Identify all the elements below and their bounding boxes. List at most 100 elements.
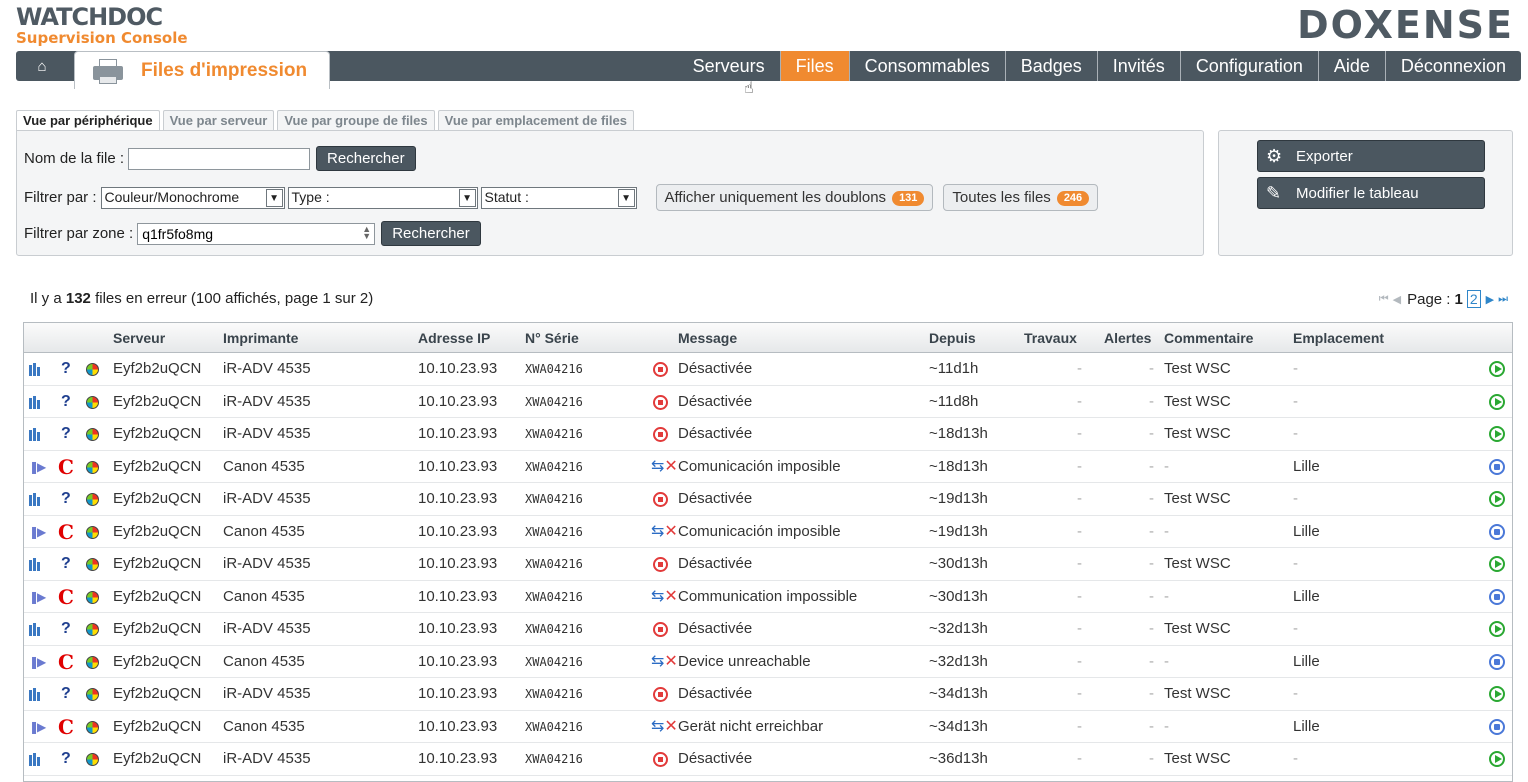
stop-circle-icon — [653, 622, 668, 637]
cell-message: Désactivée — [678, 392, 753, 410]
play-circle-icon[interactable] — [1489, 393, 1505, 410]
queue-play-icon[interactable]: ❚▶ — [29, 524, 46, 540]
pause-circle-icon[interactable] — [1489, 718, 1505, 735]
table-row[interactable]: ? Eyf2b2uQCN iR-ADV 4535 10.10.23.93 XWA0421… — [24, 613, 1512, 646]
cell-serial: XWA04216 — [525, 362, 583, 376]
column-header-9[interactable]: Emplacement — [1293, 323, 1384, 353]
view-tab-2[interactable]: Vue par groupe de files — [277, 110, 435, 131]
export-button[interactable]: ⚙ Exporter — [1257, 140, 1485, 172]
table-row[interactable]: ❚▶ C Eyf2b2uQCN Canon 4535 10.10.23.93 XWA042… — [24, 645, 1512, 678]
bar-chart-icon[interactable] — [29, 363, 43, 376]
column-header-7[interactable]: Alertes — [1104, 323, 1151, 353]
table-row[interactable]: ? Eyf2b2uQCN iR-ADV 4535 10.10.23.93 XWA0421… — [24, 353, 1512, 386]
duplicates-only-button[interactable]: Afficher uniquement les doublons 131 — [655, 184, 934, 211]
status-select[interactable]: Statut : ▼ — [480, 186, 637, 209]
spinner-icon[interactable]: ▲ ▼ — [362, 224, 371, 240]
edit-table-button[interactable]: ✎ Modifier le tableau — [1257, 177, 1485, 209]
cell-comment: Test WSC — [1164, 750, 1231, 767]
column-header-8[interactable]: Commentaire — [1164, 323, 1253, 353]
table-row[interactable]: ? Eyf2b2uQCN iR-ADV 4535 10.10.23.93 XWA0421… — [24, 743, 1512, 776]
cell-jobs: - — [1077, 555, 1082, 572]
cell-ip: 10.10.23.93 — [418, 587, 498, 605]
cell-comment: Test WSC — [1164, 685, 1231, 702]
nav-item-3[interactable]: Badges — [1004, 51, 1097, 81]
view-tabs: Vue par périphérique Vue par serveur Vue p… — [16, 110, 637, 131]
bar-chart-icon[interactable] — [29, 558, 43, 571]
cell-server: Eyf2b2uQCN — [113, 685, 202, 702]
play-circle-icon[interactable] — [1489, 491, 1505, 507]
play-circle-icon[interactable] — [1489, 751, 1505, 767]
table-row[interactable]: ? Eyf2b2uQCN iR-ADV 4535 10.10.23.93 XWA0421… — [24, 483, 1512, 516]
column-header-1[interactable]: Imprimante — [223, 323, 298, 353]
table-row[interactable]: ? Eyf2b2uQCN iR-ADV 4535 10.10.23.93 XWA0421… — [24, 385, 1512, 418]
page-2-link[interactable]: 2 — [1466, 290, 1481, 308]
table-row[interactable]: ? Eyf2b2uQCN iR-ADV 4535 10.10.23.93 XWA0421… — [24, 678, 1512, 711]
view-tab-3[interactable]: Vue par emplacement de files — [437, 110, 634, 131]
all-queues-button[interactable]: Toutes les files 246 — [943, 184, 1099, 211]
table-row[interactable]: ? Eyf2b2uQCN iR-ADV 4535 10.10.23.93 XWA0421… — [24, 418, 1512, 451]
type-select[interactable]: Type : ▼ — [287, 186, 478, 209]
column-header-6[interactable]: Travaux — [1024, 323, 1077, 353]
cell-since: ~11d8h — [929, 392, 979, 410]
cell-comment: Test WSC — [1164, 555, 1231, 572]
summary-suffix: files en erreur (100 affichés, page 1 su… — [95, 290, 374, 307]
column-header-5[interactable]: Depuis — [929, 323, 976, 353]
nav-item-6[interactable]: Aide — [1317, 51, 1385, 81]
table-row[interactable]: ❚▶ C Eyf2b2uQCN Canon 4535 10.10.23.93 XWA042… — [24, 515, 1512, 548]
next-page-icon[interactable]: ▶ — [1486, 293, 1494, 306]
table-row[interactable]: ❚▶ C Eyf2b2uQCN Canon 4535 10.10.23.93 XWA042… — [24, 710, 1512, 743]
queue-name-label: Nom de la file : — [24, 150, 125, 167]
pause-circle-icon[interactable] — [1489, 523, 1505, 540]
play-circle-icon[interactable] — [1489, 556, 1505, 572]
brand-subtitle: Supervision Console — [16, 29, 188, 47]
view-tab-1[interactable]: Vue par serveur — [162, 110, 275, 131]
queue-play-icon[interactable]: ❚▶ — [29, 719, 46, 735]
search-button[interactable]: Rechercher — [316, 146, 416, 171]
queue-play-icon[interactable]: ❚▶ — [29, 654, 46, 670]
cell-message: Comunicación imposible — [678, 522, 841, 540]
view-tab-0[interactable]: Vue par périphérique — [16, 110, 160, 131]
pause-circle-icon[interactable] — [1489, 588, 1505, 605]
cell-alerts: - — [1149, 717, 1154, 735]
column-header-4[interactable]: Message — [678, 323, 737, 353]
table-row[interactable]: ? Eyf2b2uQCN iR-ADV 4535 10.10.23.93 XWA0421… — [24, 548, 1512, 581]
nav-item-2[interactable]: Consommables — [848, 51, 1005, 81]
nav-item-1[interactable]: Files — [779, 51, 849, 81]
color-mode-select[interactable]: Couleur/Monochrome ▼ — [100, 186, 285, 209]
nav-item-0[interactable]: Serveurs — [678, 51, 780, 81]
column-header-0[interactable]: Serveur — [113, 323, 165, 353]
column-header-2[interactable]: Adresse IP — [418, 323, 490, 353]
nav-item-4[interactable]: Invités — [1096, 51, 1180, 81]
pause-circle-icon[interactable] — [1489, 653, 1505, 670]
nav-item-5[interactable]: Configuration — [1179, 51, 1318, 81]
zone-input[interactable] — [137, 222, 376, 245]
cell-location: - — [1293, 685, 1298, 702]
home-button[interactable]: ⌂ — [16, 51, 68, 81]
pause-circle-icon[interactable] — [1489, 458, 1505, 475]
cell-serial: XWA04216 — [525, 427, 583, 441]
bar-chart-icon[interactable] — [29, 428, 43, 441]
queue-play-icon[interactable]: ❚▶ — [29, 589, 46, 605]
column-header-3[interactable]: N° Série — [525, 323, 579, 353]
bar-chart-icon[interactable] — [29, 753, 43, 766]
current-page: 1 — [1454, 290, 1463, 308]
play-circle-icon[interactable] — [1489, 361, 1505, 377]
play-circle-icon[interactable] — [1489, 426, 1505, 442]
zone-search-button[interactable]: Rechercher — [381, 221, 481, 246]
bar-chart-icon[interactable] — [29, 395, 43, 409]
play-circle-icon[interactable] — [1489, 621, 1505, 637]
chevron-down-icon: ▼ — [265, 188, 283, 207]
queue-play-icon[interactable]: ❚▶ — [29, 459, 46, 475]
canon-logo-icon: C — [58, 649, 74, 674]
type-value: Type : — [291, 188, 330, 205]
nav-item-7[interactable]: Déconnexion — [1384, 51, 1521, 81]
play-circle-icon[interactable] — [1489, 686, 1505, 702]
last-page-icon[interactable]: ⏭ — [1498, 293, 1508, 306]
bar-chart-icon[interactable] — [29, 688, 43, 701]
table-row[interactable]: ❚▶ C Eyf2b2uQCN Canon 4535 10.10.23.93 XWA042… — [24, 580, 1512, 613]
bar-chart-icon[interactable] — [29, 493, 43, 506]
cell-since: ~18d13h — [929, 425, 988, 442]
queue-name-input[interactable] — [128, 147, 311, 170]
table-row[interactable]: ❚▶ C Eyf2b2uQCN Canon 4535 10.10.23.93 XWA042… — [24, 450, 1512, 483]
bar-chart-icon[interactable] — [29, 623, 43, 636]
